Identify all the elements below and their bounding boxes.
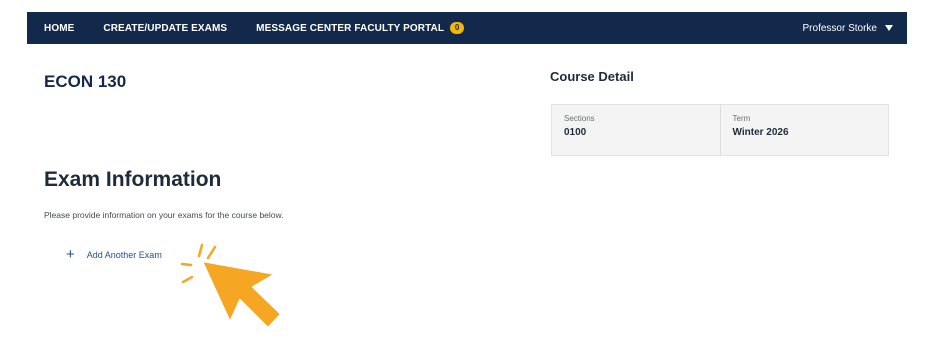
course-code: ECON 130 bbox=[44, 72, 127, 91]
add-another-exam-label: Add Another Exam bbox=[86, 250, 162, 260]
nav-home[interactable]: HOME bbox=[44, 23, 74, 34]
caret-down-icon bbox=[885, 25, 893, 31]
term-label: Term bbox=[732, 114, 751, 123]
nav-message-center[interactable]: MESSAGE CENTER FACULTY PORTAL 0 bbox=[256, 22, 465, 34]
pointer-arrow bbox=[201, 260, 282, 329]
term-cell: Term Winter 2026 bbox=[719, 105, 889, 155]
plus-icon: + bbox=[66, 246, 75, 263]
user-name: Professor Storke bbox=[802, 22, 877, 34]
sections-value: 0100 bbox=[564, 127, 587, 138]
click-burst-line bbox=[206, 245, 217, 260]
click-burst-line bbox=[197, 243, 204, 258]
page: HOME CREATE/UPDATE EXAMS MESSAGE CENTER … bbox=[0, 0, 951, 339]
sections-cell: Sections 0100 bbox=[552, 105, 720, 155]
click-burst-line bbox=[181, 275, 194, 284]
nav-create-update-exams[interactable]: CREATE/UPDATE EXAMS bbox=[103, 23, 227, 34]
click-burst-line bbox=[180, 262, 193, 267]
notification-badge: 0 bbox=[450, 22, 465, 34]
nav-message-center-label: MESSAGE CENTER FACULTY PORTAL bbox=[256, 22, 445, 34]
sections-label: Sections bbox=[564, 114, 595, 123]
course-detail-card: Sections 0100 Term Winter 2026 bbox=[551, 104, 889, 156]
term-value: Winter 2026 bbox=[732, 127, 789, 138]
top-nav-bar: HOME CREATE/UPDATE EXAMS MESSAGE CENTER … bbox=[27, 12, 907, 44]
course-detail-title: Course Detail bbox=[550, 69, 634, 84]
add-another-exam-button[interactable]: + Add Another Exam bbox=[66, 246, 162, 263]
cursor-pointer-icon bbox=[180, 243, 282, 329]
exam-information-title: Exam Information bbox=[44, 168, 222, 191]
user-menu[interactable]: Professor Storke bbox=[803, 23, 893, 34]
exam-instructions: Please provide information on your exams… bbox=[44, 210, 284, 220]
